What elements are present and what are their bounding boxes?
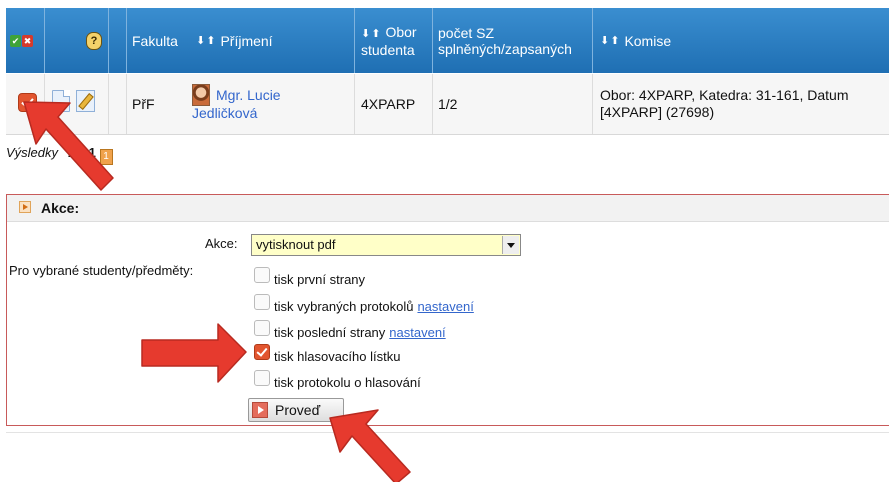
play-icon — [252, 402, 268, 418]
edit-icon[interactable] — [76, 90, 95, 112]
page-link[interactable]: 1 — [99, 149, 113, 165]
akce-panel-title: Akce: — [41, 200, 80, 216]
expand-toggle-icon[interactable] — [19, 201, 31, 213]
help-icon[interactable]: ? — [86, 32, 102, 50]
settings-link[interactable]: nastavení — [417, 299, 473, 314]
student-name-link[interactable]: Jedličková — [192, 104, 281, 122]
cell-obor: 4XPARP — [361, 96, 416, 112]
option-tisk-prvni-strany[interactable]: tisk první strany — [254, 267, 366, 289]
cell-student-name[interactable]: Mgr. Lucie Jedličková — [192, 74, 281, 134]
sort-arrows-icon[interactable]: ⬇⬆ — [361, 28, 381, 40]
dropdown-arrow-icon[interactable] — [502, 236, 519, 254]
option-label: tisk vybraných protokolů — [274, 298, 414, 314]
akce-panel-header[interactable]: Akce: — [7, 195, 889, 222]
option-tisk-posledni-strany[interactable]: tisk poslední strany nastavení — [254, 320, 446, 342]
option-label: tisk hlasovacího lístku — [274, 348, 401, 364]
document-icon[interactable] — [52, 90, 70, 112]
submit-button[interactable]: Proveď — [248, 398, 344, 422]
student-name-link[interactable]: Mgr. Lucie — [192, 86, 281, 104]
uncheck-all-icon[interactable]: ✖ — [22, 35, 33, 47]
pager: Výsledky 1 z 1 1 — [6, 145, 113, 165]
option-label: tisk protokolu o hlasování — [274, 374, 421, 390]
akce-panel: Akce: Akce: vytisknout pdf Pro vybrané s… — [6, 194, 889, 426]
akce-select[interactable]: vytisknout pdf — [251, 234, 521, 256]
page: ✔ ✖ ? Fakulta ⬇⬆ Příjmení ⬇⬆ Obor student… — [0, 0, 889, 482]
students-label: Pro vybrané studenty/předměty: — [9, 263, 194, 278]
column-header-fakulta: Fakulta — [132, 32, 178, 49]
column-header-pocet-sz: počet SZ splněných/zapsaných — [438, 24, 572, 57]
sort-arrows-icon[interactable]: ⬇⬆ — [196, 34, 216, 47]
akce-label: Akce: — [205, 236, 238, 251]
option-tisk-vybranych-protokolu[interactable]: tisk vybraných protokolů nastavení — [254, 294, 474, 316]
option-label: tisk první strany — [274, 271, 366, 287]
column-header-prijmeni[interactable]: ⬇⬆ Příjmení — [196, 8, 273, 73]
option-checkbox[interactable] — [254, 370, 270, 386]
akce-select-value: vytisknout pdf — [256, 237, 336, 252]
cell-komise: Obor: 4XPARP, Katedra: 31-161, Datum [4X… — [600, 87, 849, 120]
table-row: PřF Mgr. Lucie Jedličková 4XPARP 1/2 Obo… — [6, 74, 889, 135]
select-all-toggle[interactable]: ✔ ✖ — [10, 35, 33, 47]
sort-arrows-icon[interactable]: ⬇⬆ — [600, 34, 620, 47]
submit-button-label: Proveď — [275, 402, 321, 418]
cell-fakulta: PřF — [132, 96, 155, 112]
option-label: tisk poslední strany — [274, 324, 386, 340]
table-header: ✔ ✖ ? Fakulta ⬇⬆ Příjmení ⬇⬆ Obor student… — [6, 8, 889, 73]
option-tisk-hlasovaciho-listku[interactable]: tisk hlasovacího lístku — [254, 344, 401, 366]
divider — [6, 432, 889, 433]
pager-total: 1 — [88, 145, 96, 160]
column-header-komise[interactable]: ⬇⬆ Komise — [600, 8, 671, 73]
option-checkbox[interactable] — [254, 267, 270, 283]
option-checkbox[interactable] — [254, 320, 270, 336]
option-checkbox-checked[interactable] — [254, 344, 270, 360]
option-tisk-protokolu-o-hlasovani[interactable]: tisk protokolu o hlasování — [254, 370, 421, 392]
cell-pocet-sz: 1/2 — [438, 96, 458, 112]
settings-link[interactable]: nastavení — [389, 325, 445, 340]
option-checkbox[interactable] — [254, 294, 270, 310]
row-checkbox[interactable] — [18, 93, 37, 112]
column-header-obor[interactable]: ⬇⬆ Obor studenta — [361, 8, 417, 73]
check-all-icon[interactable]: ✔ — [10, 35, 21, 47]
pager-of: z — [78, 145, 86, 160]
pager-label: Výsledky — [6, 145, 59, 160]
pager-from: 1 — [67, 145, 75, 160]
